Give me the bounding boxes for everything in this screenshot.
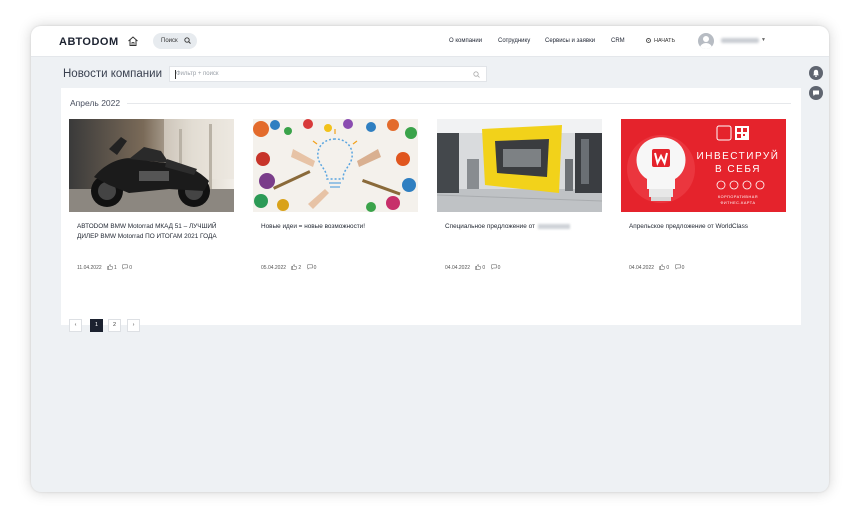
start-button[interactable]: НАЧАТЬ (646, 38, 675, 44)
news-card[interactable]: ИНВЕСТИРУЙ В СЕБЯ КОРПОРАТИВНАЯ ФИТНЕС-К… (621, 119, 786, 271)
comment-count: 0 (681, 265, 685, 271)
like-icon[interactable] (291, 264, 298, 270)
like-count: 1 (114, 265, 117, 271)
news-meta: 04.04.2022 0 0 (629, 264, 684, 271)
comment-icon[interactable] (122, 264, 128, 270)
app-window: АВТОDOM Поиск О компании Сотруднику Серв… (31, 26, 829, 492)
filter-search-input[interactable]: Фильтр + поиск (169, 66, 487, 82)
news-meta: 05.04.2022 2 0 (261, 264, 316, 271)
like-count: 2 (298, 265, 302, 271)
pagination-next-button[interactable]: › (127, 319, 140, 332)
news-image-ideas[interactable] (253, 119, 418, 212)
promo-line-4: ФИТНЕС-КАРТА (720, 201, 756, 205)
comment-count: 0 (497, 265, 501, 271)
company-name-blurred (537, 224, 570, 229)
pagination-prev-button[interactable]: ‹ (69, 319, 82, 332)
news-date: 04.04.2022 (629, 265, 655, 271)
news-meta: 11.04.2022 1 0 (77, 264, 132, 271)
promo-line-1: ИНВЕСТИРУЙ (696, 151, 780, 162)
search-icon (473, 71, 480, 78)
comment-icon[interactable] (674, 264, 681, 270)
news-date: 04.04.2022 (445, 265, 471, 271)
promo-line-3: КОРПОРАТИВНАЯ (718, 195, 758, 199)
news-title[interactable]: АВТОDOM BMW Motorrad МКАД 51 – ЛУЧШИЙ ДИ… (77, 222, 227, 241)
chat-button[interactable] (809, 86, 823, 100)
news-image-motorcycle[interactable] (69, 119, 234, 212)
comment-icon[interactable] (306, 264, 313, 270)
news-title[interactable]: Специальное предложение от (445, 222, 595, 232)
like-icon[interactable] (475, 264, 482, 270)
news-title[interactable]: Апрельское предложение от WorldClass (629, 222, 779, 232)
user-avatar[interactable] (698, 33, 714, 49)
search-label: Поиск (161, 38, 178, 44)
news-title[interactable]: Новые идеи = новые возможности! (261, 222, 411, 232)
news-date: 11.04.2022 (77, 265, 102, 271)
like-icon[interactable] (107, 264, 113, 270)
nav-link-employee[interactable]: Сотруднику (498, 38, 530, 44)
news-card[interactable]: АВТОDOM BMW Motorrad МКАД 51 – ЛУЧШИЙ ДИ… (69, 119, 234, 271)
search-icon (184, 37, 191, 44)
chat-icon (813, 90, 819, 96)
user-name-blurred[interactable] (721, 38, 759, 43)
search-button[interactable]: Поиск (153, 33, 197, 49)
news-meta: 04.04.2022 0 0 (445, 264, 500, 271)
news-panel: Апрель 2022 АВТОDOM BMW Motorrad МКАД 51… (61, 88, 801, 332)
like-count: 0 (482, 265, 486, 271)
logo[interactable]: АВТОDOM (59, 36, 119, 48)
news-date: 05.04.2022 (261, 265, 287, 271)
news-image-office[interactable] (437, 119, 602, 212)
nav-link-about[interactable]: О компании (449, 38, 482, 44)
bell-icon (813, 69, 819, 77)
page-title: Новости компании (63, 68, 162, 80)
notifications-button[interactable] (809, 66, 823, 80)
home-icon[interactable] (127, 35, 139, 47)
like-icon[interactable] (659, 264, 666, 270)
comment-icon[interactable] (490, 264, 497, 270)
comment-count: 0 (313, 265, 317, 271)
news-card[interactable]: Специальное предложение от 04.04.2022 0 … (437, 119, 602, 271)
nav-link-services[interactable]: Сервисы и заявки (545, 38, 595, 44)
nav-link-crm[interactable]: CRM (611, 38, 625, 44)
news-image-promo[interactable]: ИНВЕСТИРУЙ В СЕБЯ КОРПОРАТИВНАЯ ФИТНЕС-К… (621, 119, 786, 212)
promo-line-2: В СЕБЯ (714, 164, 761, 175)
comment-count: 0 (129, 265, 132, 271)
news-title-text: Специальное предложение от (445, 223, 535, 230)
top-navigation-bar: АВТОDOM Поиск О компании Сотруднику Серв… (31, 26, 829, 57)
text-cursor (175, 70, 176, 79)
section-divider (127, 103, 791, 104)
record-icon (646, 38, 651, 43)
chevron-down-icon[interactable]: ▼ (761, 37, 766, 43)
pagination-page-2[interactable]: 2 (108, 319, 121, 332)
filter-placeholder: Фильтр + поиск (176, 71, 219, 77)
start-label: НАЧАТЬ (654, 38, 676, 44)
like-count: 0 (666, 265, 670, 271)
news-card[interactable]: Новые идеи = новые возможности! 05.04.20… (253, 119, 418, 271)
pagination-page-1[interactable]: 1 (90, 319, 103, 332)
month-heading: Апрель 2022 (70, 98, 125, 108)
